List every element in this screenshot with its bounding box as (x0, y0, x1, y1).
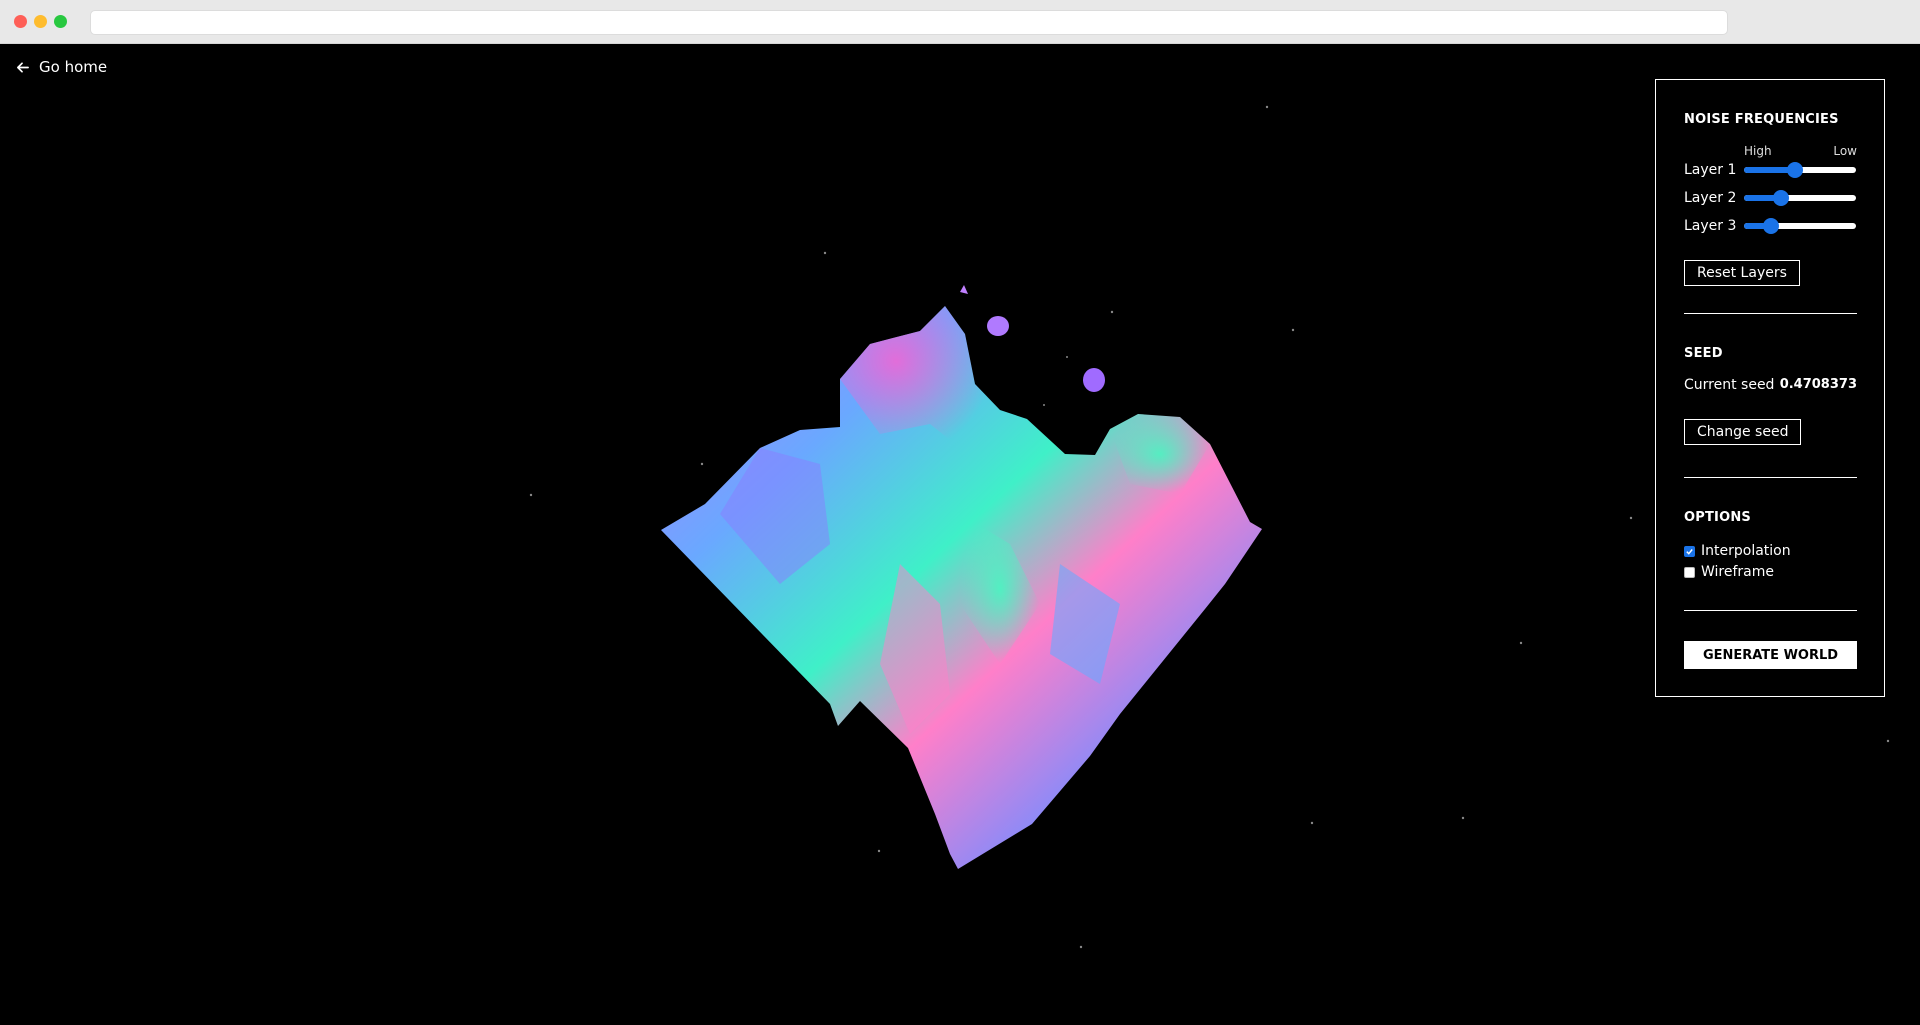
interpolation-option[interactable]: Interpolation (1684, 543, 1791, 559)
go-home-label: Go home (39, 58, 108, 76)
close-window-button[interactable] (14, 15, 27, 28)
layer-1-label: Layer 1 (1684, 162, 1737, 178)
maximize-window-button[interactable] (54, 15, 67, 28)
seed-title: SEED (1684, 346, 1723, 361)
options-title: OPTIONS (1684, 510, 1751, 525)
layer-3-label: Layer 3 (1684, 218, 1737, 234)
divider (1684, 477, 1857, 478)
layer-3-row: Layer 3 (1684, 216, 1857, 236)
minimize-window-button[interactable] (34, 15, 47, 28)
layer-2-label: Layer 2 (1684, 190, 1737, 206)
layer-1-row: Layer 1 (1684, 160, 1857, 180)
slider-thumb[interactable] (1787, 162, 1804, 178)
app-viewport: Go home NOISE FREQUENCIES High Low Layer… (0, 44, 1920, 1025)
slider-thumb[interactable] (1763, 218, 1780, 234)
divider (1684, 610, 1857, 611)
low-label: Low (1833, 144, 1857, 158)
current-seed-value: 0.4708373 (1779, 377, 1857, 392)
seed-row: Current seed 0.4708373 (1684, 377, 1857, 393)
address-bar[interactable] (90, 10, 1728, 35)
layer-2-row: Layer 2 (1684, 188, 1857, 208)
layer-3-slider[interactable] (1744, 218, 1856, 234)
reset-layers-button[interactable]: Reset Layers (1684, 260, 1800, 286)
controls-panel: NOISE FREQUENCIES High Low Layer 1 Layer… (1655, 79, 1885, 697)
wireframe-option[interactable]: Wireframe (1684, 564, 1774, 580)
wireframe-checkbox[interactable] (1684, 566, 1695, 578)
terrain-mesh (661, 285, 1262, 869)
arrow-left-icon (17, 61, 29, 73)
slider-thumb[interactable] (1772, 190, 1789, 206)
go-home-link[interactable]: Go home (16, 58, 107, 76)
wireframe-label: Wireframe (1701, 564, 1775, 580)
divider (1684, 313, 1857, 314)
generate-world-button[interactable]: GENERATE WORLD (1684, 641, 1857, 669)
noise-frequencies-title: NOISE FREQUENCIES (1684, 112, 1839, 127)
frequency-scale-labels: High Low (1744, 144, 1857, 158)
layer-1-slider[interactable] (1744, 162, 1856, 178)
interpolation-label: Interpolation (1701, 543, 1791, 559)
high-label: High (1744, 144, 1772, 158)
terrain-canvas[interactable] (0, 44, 1920, 1025)
interpolation-checkbox[interactable] (1684, 545, 1695, 557)
layer-2-slider[interactable] (1744, 190, 1856, 206)
browser-chrome (0, 0, 1920, 44)
change-seed-button[interactable]: Change seed (1684, 419, 1802, 445)
current-seed-label: Current seed (1684, 377, 1775, 393)
